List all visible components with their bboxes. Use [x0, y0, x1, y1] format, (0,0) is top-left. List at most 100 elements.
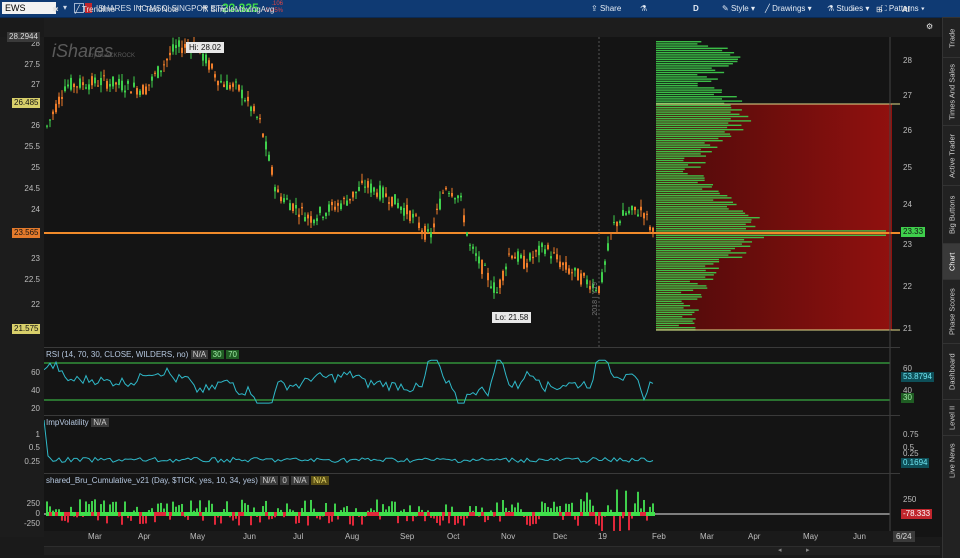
bru-bar: [79, 499, 81, 514]
symbol-dropdown-icon[interactable]: ▾: [58, 2, 72, 14]
candle-body: [637, 214, 639, 217]
candle-body: [334, 206, 336, 210]
bru-dot: [76, 512, 79, 516]
aggregation-button[interactable]: D: [693, 2, 699, 15]
bru-dot: [499, 512, 502, 516]
left-tick: 26: [31, 121, 40, 130]
tab-live-news[interactable]: Live News: [943, 435, 960, 486]
candle-body: [322, 217, 324, 219]
square-view-icon[interactable]: ▫: [852, 3, 855, 16]
candle-body: [496, 292, 498, 294]
candle-body: [580, 273, 582, 285]
tab-trade[interactable]: Trade: [943, 17, 960, 58]
bru-dot: [103, 512, 106, 516]
candle-body: [220, 81, 222, 83]
drawings-label: Drawings: [772, 4, 806, 13]
bru-panel[interactable]: shared_Bru_Cumulative_v21 (Day, $TICK, y…: [44, 473, 900, 533]
bru-dot: [331, 512, 334, 516]
month-label: Mar: [700, 532, 714, 541]
tab-level-ii[interactable]: Level II: [943, 399, 960, 436]
volume-profile-bar: [656, 305, 691, 307]
volume-profile-bar: [656, 236, 765, 239]
ai-icon[interactable]: AI: [902, 3, 910, 16]
volume-profile-bar: [656, 239, 745, 241]
gear-icon[interactable]: ⚙: [926, 20, 933, 33]
candle-body: [478, 256, 480, 264]
bru-dot: [424, 512, 427, 516]
studies-button[interactable]: ⚗ Studies ▾: [827, 2, 869, 15]
candle-body: [226, 80, 228, 90]
volume-profile-bar: [656, 67, 712, 69]
trendline-button[interactable]: ╱ Trendline: [75, 3, 115, 16]
bru-bar: [625, 490, 627, 514]
price-chart[interactable]: iShares by BLACKROCK Hi: 28.02 Lo: 21.58…: [44, 35, 900, 347]
bru-dot: [217, 512, 220, 516]
volume-profile-bar: [656, 188, 703, 190]
candle-body: [316, 218, 318, 222]
tab-active-trader[interactable]: Active Trader: [943, 125, 960, 186]
bru-title-bar: shared_Bru_Cumulative_v21 (Day, $TICK, y…: [46, 475, 329, 485]
right-marker-last: 23.33: [901, 227, 926, 237]
candle-body: [451, 193, 453, 197]
bru-dot: [142, 512, 145, 516]
volume-profile-bar: [656, 153, 701, 155]
tab-phase-scores[interactable]: Phase Scores: [943, 279, 960, 344]
bru-dot: [58, 512, 61, 516]
tab-dashboard[interactable]: Dashboard: [943, 343, 960, 400]
volume-profile-bar: [656, 148, 701, 151]
bru-dot: [214, 512, 217, 516]
volume-profile-bar: [656, 208, 729, 210]
volume-profile-bar: [656, 313, 693, 316]
volume-profile-bar: [656, 186, 712, 188]
sma-label: SimpleMovingAvg: [210, 5, 275, 14]
impvol-right-tick: 0.75: [903, 430, 919, 439]
bru-dot: [160, 512, 163, 516]
volume-profile-bar: [656, 49, 723, 52]
candle-body: [142, 85, 144, 95]
grid-view-icon[interactable]: ⊞: [876, 3, 883, 16]
bru-dot: [274, 512, 277, 516]
rsi-panel[interactable]: RSI (14, 70, 30, CLOSE, WILDERS, no) N/A…: [43, 347, 900, 416]
bru-dot: [268, 512, 271, 516]
volume-profile-bar: [656, 184, 713, 186]
candles: [46, 35, 654, 299]
impvol-panel[interactable]: ImpVolatility N/A: [43, 415, 900, 474]
bru-dot: [136, 512, 139, 516]
bru-dot: [364, 512, 367, 516]
volume-profile-bar: [656, 320, 693, 322]
volume-profile-bar: [656, 78, 718, 80]
bru-dot: [328, 512, 331, 516]
bru-dot: [247, 512, 250, 516]
bru-dot: [301, 512, 304, 516]
bru-dot: [277, 512, 280, 516]
bru-dot: [526, 512, 529, 516]
candle-body: [625, 213, 627, 215]
candle-body: [49, 119, 51, 121]
scroll-left-icon[interactable]: ◂: [778, 546, 786, 554]
bru-dot: [514, 512, 517, 516]
bru-dot: [181, 512, 184, 516]
tab-chart[interactable]: Chart: [943, 243, 960, 280]
bru-dot: [61, 512, 64, 516]
rsi-level: 30: [901, 393, 914, 403]
flask-button[interactable]: ⚗: [640, 2, 647, 15]
sma-button[interactable]: ⚗ SimpleMovingAvg: [201, 3, 274, 16]
style-button[interactable]: ✎ Style ▾: [722, 2, 755, 15]
bru-dot: [223, 512, 226, 516]
candle-body: [106, 81, 108, 89]
volume-profile-bar: [656, 47, 728, 49]
bru-dot: [202, 512, 205, 516]
symbol-input[interactable]: EWS: [2, 2, 56, 14]
bru-bar: [94, 499, 96, 514]
pin-icon[interactable]: ✱: [52, 3, 59, 16]
bru-right-tick: 250: [903, 495, 917, 504]
share-button[interactable]: ⇪ Share: [591, 2, 621, 15]
textnote-button[interactable]: T Text Note: [138, 3, 179, 16]
tab-big-buttons[interactable]: Big Buttons: [943, 185, 960, 244]
bru-bar: [103, 500, 105, 514]
scroll-right-icon[interactable]: ▸: [806, 546, 814, 554]
drawings-button[interactable]: ╱ Drawings ▾: [765, 2, 812, 15]
volume-profile-bar: [656, 104, 731, 107]
tab-times-and-sales[interactable]: Times And Sales: [943, 57, 960, 126]
volume-profile-bar: [656, 250, 731, 252]
